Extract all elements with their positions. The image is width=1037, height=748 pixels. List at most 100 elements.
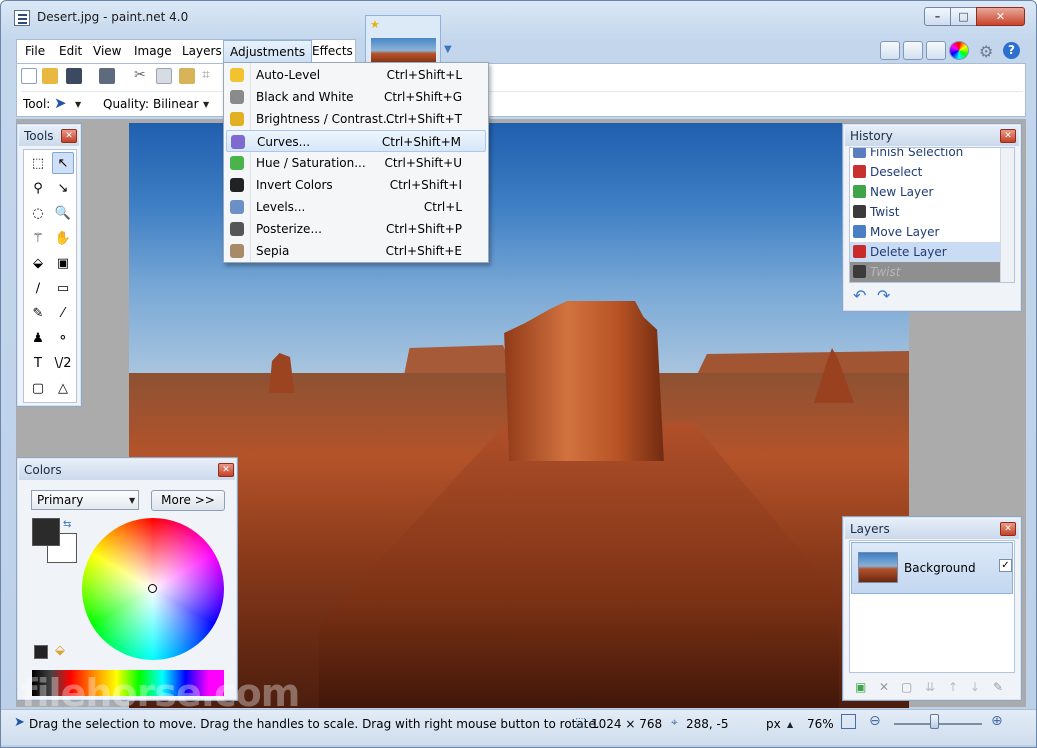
history-scrollbar[interactable]	[1000, 148, 1014, 282]
duplicate-layer-icon[interactable]: ▢	[901, 680, 912, 694]
tool-button-17[interactable]: \/2	[52, 352, 74, 374]
history-item[interactable]: Deselect	[850, 162, 1000, 182]
open-image-icon[interactable]	[42, 68, 58, 84]
color-mode-select[interactable]: Primary	[31, 490, 139, 510]
undo-icon[interactable]: ↶	[853, 286, 866, 305]
layer-properties-icon[interactable]: ✎	[993, 680, 1003, 694]
print-icon[interactable]	[99, 68, 115, 84]
menu-effects[interactable]: Effects	[306, 40, 359, 63]
save-icon[interactable]	[66, 68, 82, 84]
units-dropdown-icon[interactable]: ▲	[787, 720, 793, 729]
menu-item-posterize[interactable]: Posterize... Ctrl+Shift+P	[226, 218, 486, 240]
title-bar[interactable]: Desert.jpg - paint.net 4.0 – □ ✕	[1, 1, 1036, 35]
tool-button-7[interactable]: ✋	[52, 227, 74, 249]
redo-icon[interactable]: ↷	[877, 286, 890, 305]
history-item[interactable]: Move Layer	[850, 222, 1000, 242]
quality-dropdown[interactable]: Bilinear	[153, 97, 199, 111]
menu-image[interactable]: Image	[128, 40, 178, 63]
swap-colors-icon[interactable]: ⇆	[63, 519, 71, 530]
color-wheel-marker[interactable]	[148, 584, 157, 593]
menu-item-hue-saturation[interactable]: Hue / Saturation... Ctrl+Shift+U	[226, 152, 486, 174]
tool-button-8[interactable]: ⬙	[27, 252, 49, 274]
menu-item-levels[interactable]: Levels... Ctrl+L	[226, 196, 486, 218]
crop-icon[interactable]: ⌗	[202, 67, 210, 83]
tool-button-6[interactable]: ⚚	[27, 227, 49, 249]
color-mode-dropdown-icon[interactable]: ▼	[129, 496, 135, 505]
reset-colors-icon[interactable]	[34, 645, 48, 659]
zoom-to-window-icon[interactable]	[841, 714, 856, 729]
menu-adjustments[interactable]: Adjustments	[223, 40, 313, 63]
history-window-icon[interactable]	[903, 41, 923, 60]
menu-view[interactable]: View	[87, 40, 127, 63]
layer-row[interactable]: Background ✓	[851, 542, 1013, 594]
settings-gear-icon[interactable]: ⚙	[979, 42, 993, 61]
menu-item-brightness-contrast[interactable]: Brightness / Contrast... Ctrl+Shift+T	[226, 108, 486, 130]
move-layer-icon	[853, 225, 866, 238]
palette-menu-icon[interactable]: ⬙	[55, 643, 65, 658]
cut-icon[interactable]: ✂	[134, 67, 146, 83]
move-layer-up-icon[interactable]: ↑	[948, 680, 958, 694]
tool-button-4[interactable]: ◌	[27, 202, 49, 224]
paste-icon[interactable]	[179, 68, 195, 84]
tool-button-5[interactable]: 🔍	[52, 202, 74, 224]
more-colors-button[interactable]: More >>	[151, 490, 225, 511]
layers-window-icon[interactable]	[926, 41, 946, 60]
units-select[interactable]: px	[766, 717, 781, 731]
color-wheel[interactable]	[82, 518, 224, 660]
menu-item-black-and-white[interactable]: Black and White Ctrl+Shift+G	[226, 86, 486, 108]
zoom-slider-thumb[interactable]	[930, 714, 939, 729]
merge-layer-icon[interactable]: ⇊	[925, 680, 935, 694]
move-selection-tool-icon[interactable]: ➤	[54, 94, 67, 112]
menu-item-sepia[interactable]: Sepia Ctrl+Shift+E	[226, 240, 486, 262]
layer-visibility-checkbox[interactable]: ✓	[999, 559, 1012, 572]
new-image-icon[interactable]	[21, 68, 37, 84]
menu-edit[interactable]: Edit	[53, 40, 88, 63]
tool-button-12[interactable]: ✎	[27, 302, 49, 324]
tool-button-18[interactable]: ▢	[27, 377, 49, 399]
tool-button-11[interactable]: ▭	[52, 277, 74, 299]
tool-button-1[interactable]: ↖	[52, 152, 74, 174]
colors-panel-close-icon[interactable]: ✕	[218, 463, 234, 477]
copy-icon[interactable]	[156, 68, 172, 84]
history-item[interactable]: Twist	[850, 202, 1000, 222]
zoom-in-icon[interactable]: ⊕	[991, 713, 1003, 729]
image-tab-desert[interactable]: ★	[365, 15, 441, 66]
history-item[interactable]: Finish Selection	[850, 148, 1000, 162]
layers-panel-close-icon[interactable]: ✕	[1000, 522, 1016, 536]
menu-item-invert-colors[interactable]: Invert Colors Ctrl+Shift+I	[226, 174, 486, 196]
menu-item-auto-level[interactable]: Auto-Level Ctrl+Shift+L	[226, 64, 486, 86]
tool-button-14[interactable]: ♟	[27, 327, 49, 349]
menu-layers[interactable]: Layers	[176, 40, 228, 63]
maximize-button[interactable]: □	[950, 7, 977, 26]
minimize-button[interactable]: –	[924, 7, 951, 26]
tool-button-13[interactable]: ⁄	[52, 302, 74, 324]
colors-window-icon[interactable]	[949, 41, 969, 60]
quality-dropdown-icon[interactable]: ▼	[203, 100, 209, 109]
tools-panel-close-icon[interactable]: ✕	[61, 129, 77, 143]
menu-file[interactable]: File	[19, 40, 51, 63]
tool-button-0[interactable]: ⬚	[27, 152, 49, 174]
tool-button-19[interactable]: △	[52, 377, 74, 399]
close-button[interactable]: ✕	[976, 7, 1025, 26]
help-icon[interactable]: ?	[1003, 42, 1020, 59]
tools-window-icon[interactable]	[880, 41, 900, 60]
history-item[interactable]: Delete Layer	[850, 242, 1000, 262]
tool-button-2[interactable]: ⚲	[27, 177, 49, 199]
tool-button-9[interactable]: ▣	[52, 252, 74, 274]
image-list-dropdown-icon[interactable]: ▼	[444, 44, 452, 55]
zoom-out-icon[interactable]: ⊖	[869, 713, 881, 729]
history-item[interactable]: Twist	[850, 262, 1000, 282]
menu-item-curves[interactable]: Curves... Ctrl+Shift+M	[226, 130, 486, 152]
history-item[interactable]: New Layer	[850, 182, 1000, 202]
tool-button-3[interactable]: ↘	[52, 177, 74, 199]
tool-button-16[interactable]: T	[27, 352, 49, 374]
zoom-level[interactable]: 76%	[807, 717, 834, 731]
primary-color-swatch[interactable]	[32, 518, 60, 546]
history-panel-close-icon[interactable]: ✕	[1000, 129, 1016, 143]
tool-dropdown-icon[interactable]: ▼	[75, 100, 81, 109]
move-layer-down-icon[interactable]: ↓	[970, 680, 980, 694]
tool-button-10[interactable]: ∕	[27, 277, 49, 299]
delete-layer-icon[interactable]: ✕	[879, 680, 889, 694]
tool-button-15[interactable]: ⚬	[52, 327, 74, 349]
add-layer-icon[interactable]: ▣	[855, 680, 866, 694]
